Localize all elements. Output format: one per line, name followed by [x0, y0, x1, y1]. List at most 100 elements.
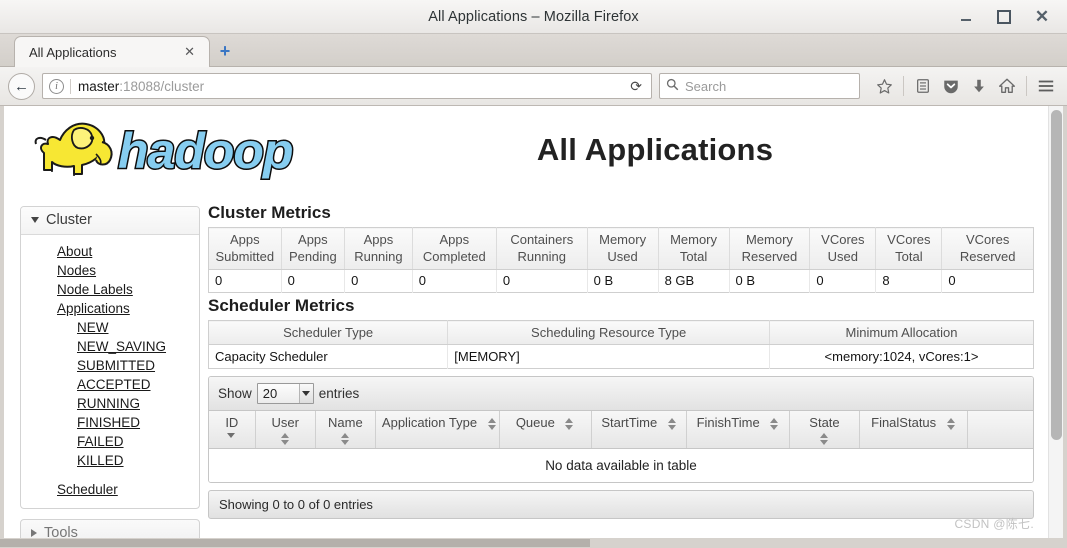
- search-placeholder: Search: [685, 78, 727, 94]
- navigation-toolbar: ← i master:18088/cluster ⟳ Search: [0, 67, 1067, 106]
- sidebar-item-submitted[interactable]: SUBMITTED: [21, 356, 199, 375]
- address-bar[interactable]: i master:18088/cluster ⟳: [42, 73, 652, 99]
- col-name-label: Name: [328, 415, 363, 430]
- col-user[interactable]: User: [255, 411, 316, 449]
- col-overflow: [967, 411, 1033, 449]
- back-icon[interactable]: ←: [8, 72, 35, 100]
- sidebar-item-nodes[interactable]: Nodes: [21, 261, 199, 280]
- cell-apps-running: 0: [344, 269, 413, 293]
- col-vcores-total[interactable]: VCores Total: [875, 227, 943, 270]
- col-containers-running[interactable]: Containers Running: [496, 227, 588, 270]
- sidebar-section-tools[interactable]: Tools: [20, 519, 200, 538]
- vertical-scrollbar[interactable]: [1048, 106, 1063, 538]
- sidebar-item-failed[interactable]: FAILED: [21, 432, 199, 451]
- table-length-control: Show 20 entries: [209, 377, 1033, 411]
- col-id[interactable]: ID: [209, 411, 256, 449]
- col-finishtime[interactable]: FinishTime: [686, 411, 790, 449]
- col-state[interactable]: State: [789, 411, 861, 449]
- col-application-type[interactable]: Application Type: [375, 411, 500, 449]
- cluster-panel: Cluster About Nodes Node Labels Applicat…: [20, 206, 200, 509]
- sort-icon: [280, 433, 290, 445]
- col-apps-pending[interactable]: Apps Pending: [281, 227, 346, 270]
- tab-label: All Applications: [29, 44, 117, 60]
- search-bar[interactable]: Search: [659, 73, 860, 99]
- table-row: 0 0 0 0 0 0 B 8 GB 0 B 0 8 0: [208, 269, 1034, 293]
- sidebar-section-label: Tools: [44, 525, 78, 538]
- col-memory-total[interactable]: Memory Total: [658, 227, 730, 270]
- cell-apps-pending: 0: [281, 269, 346, 293]
- col-name[interactable]: Name: [315, 411, 376, 449]
- horizontal-scrollbar[interactable]: [0, 538, 1067, 548]
- masthead: hadoop All Applications: [4, 106, 1048, 194]
- col-finishtime-label: FinishTime: [696, 415, 760, 430]
- col-finalstatus-label: FinalStatus: [871, 415, 937, 430]
- downloads-icon[interactable]: [966, 73, 992, 99]
- scheduler-metrics-title: Scheduler Metrics: [208, 296, 355, 315]
- info-icon[interactable]: i: [49, 78, 64, 94]
- sidebar-item-accepted[interactable]: ACCEPTED: [21, 375, 199, 394]
- cluster-metrics-title: Cluster Metrics: [208, 203, 331, 222]
- scheduler-metrics-table: Scheduler Type Scheduling Resource Type …: [208, 320, 1034, 369]
- maximize-button[interactable]: [996, 9, 1012, 25]
- table-header-row: Scheduler Type Scheduling Resource Type …: [208, 320, 1034, 345]
- col-starttime[interactable]: StartTime: [591, 411, 688, 449]
- home-icon[interactable]: [994, 73, 1020, 99]
- plus-icon[interactable]: +: [210, 36, 240, 67]
- sidebar-section-label: Cluster: [46, 212, 92, 228]
- sort-icon: [340, 433, 350, 445]
- page-size-select[interactable]: 20: [256, 383, 314, 404]
- col-scheduler-type: Scheduler Type: [208, 320, 449, 345]
- col-application-type-label: Application Type: [381, 415, 478, 430]
- col-user-label: User: [271, 415, 299, 430]
- col-vcores-used[interactable]: VCores Used: [809, 227, 877, 270]
- sidebar-item-killed[interactable]: KILLED: [21, 451, 199, 470]
- star-icon[interactable]: [871, 73, 897, 99]
- cell-memory-used: 0 B: [587, 269, 659, 293]
- reload-icon[interactable]: ⟳: [624, 78, 648, 95]
- sidebar-section-cluster[interactable]: Cluster: [21, 207, 199, 235]
- col-finalstatus[interactable]: FinalStatus: [859, 411, 968, 449]
- cluster-metrics-table: Apps Submitted Apps Pending Apps Running…: [208, 227, 1034, 293]
- cell-apps-completed: 0: [412, 269, 497, 293]
- sort-icon: [946, 417, 956, 430]
- cell-vcores-total: 8: [875, 269, 943, 293]
- applications-table: ID User Name Application Type Queue Star…: [209, 411, 1033, 482]
- sidebar-item-finished[interactable]: FINISHED: [21, 413, 199, 432]
- applications-table-container: Show 20 entries ID User Name Application…: [208, 376, 1034, 483]
- sidebar-item-node-labels[interactable]: Node Labels: [21, 280, 199, 299]
- sort-desc-icon: [227, 433, 236, 438]
- sort-icon: [819, 433, 829, 445]
- divider: [1026, 76, 1027, 96]
- sidebar-item-applications[interactable]: Applications: [21, 299, 199, 318]
- col-vcores-reserved[interactable]: VCores Reserved: [941, 227, 1034, 270]
- col-apps-submitted[interactable]: Apps Submitted: [208, 227, 282, 270]
- show-label: Show: [218, 386, 252, 401]
- menu-icon[interactable]: [1033, 73, 1059, 99]
- library-icon[interactable]: [910, 73, 936, 99]
- close-icon[interactable]: ✕: [179, 44, 200, 60]
- cell-vcores-used: 0: [809, 269, 877, 293]
- scrollbar-thumb[interactable]: [0, 539, 590, 547]
- pocket-icon[interactable]: [938, 73, 964, 99]
- minimize-button[interactable]: [958, 9, 974, 25]
- col-apps-completed[interactable]: Apps Completed: [412, 227, 497, 270]
- cell-scheduling-resource-type: [MEMORY]: [447, 344, 770, 369]
- close-button[interactable]: ✕: [1034, 8, 1050, 25]
- cluster-links: About Nodes Node Labels Applications NEW…: [21, 235, 199, 508]
- col-apps-running[interactable]: Apps Running: [344, 227, 413, 270]
- sidebar-item-about[interactable]: About: [21, 242, 199, 261]
- page-size-value: 20: [262, 386, 278, 401]
- sidebar-item-new[interactable]: NEW: [21, 318, 199, 337]
- sidebar-item-new-saving[interactable]: NEW_SAVING: [21, 337, 199, 356]
- scrollbar-thumb[interactable]: [1051, 110, 1062, 440]
- cell-memory-total: 8 GB: [658, 269, 730, 293]
- sidebar-item-scheduler[interactable]: Scheduler: [21, 480, 199, 499]
- sort-icon: [487, 417, 497, 430]
- col-queue[interactable]: Queue: [499, 411, 592, 449]
- chevron-down-icon: [298, 384, 313, 403]
- col-memory-reserved[interactable]: Memory Reserved: [729, 227, 811, 270]
- sidebar-item-running[interactable]: RUNNING: [21, 394, 199, 413]
- table-row: Capacity Scheduler [MEMORY] <memory:1024…: [208, 344, 1034, 369]
- tab-all-applications[interactable]: All Applications ✕: [14, 36, 210, 67]
- col-memory-used[interactable]: Memory Used: [587, 227, 659, 270]
